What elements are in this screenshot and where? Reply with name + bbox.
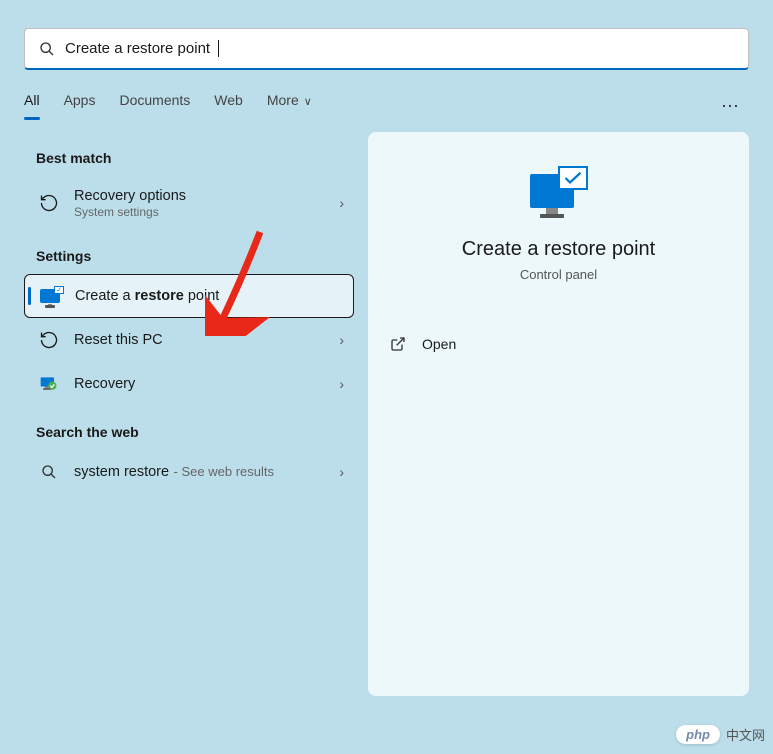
tab-web[interactable]: Web — [214, 92, 243, 120]
results-column: Best match Recovery options System setti… — [24, 132, 354, 696]
section-header-settings: Settings — [36, 248, 342, 264]
monitor-check-icon: ✓ — [39, 289, 61, 303]
text-caret — [218, 40, 219, 57]
checkmark-icon — [558, 166, 588, 190]
result-reset-pc[interactable]: Reset this PC › — [24, 318, 354, 362]
preview-title: Create a restore point — [462, 238, 655, 261]
result-text: Recovery options System settings — [74, 188, 325, 219]
result-create-restore-point[interactable]: ✓ Create a restore point — [24, 274, 354, 318]
chevron-right-icon: › — [339, 332, 344, 348]
recovery-shield-icon — [38, 374, 60, 394]
result-text: Create a restore point — [75, 288, 343, 304]
result-title: Recovery — [74, 376, 325, 392]
watermark-suffix: 中文网 — [726, 725, 765, 744]
chevron-right-icon: › — [339, 376, 344, 392]
result-title: system restore — [74, 464, 169, 480]
chevron-right-icon: › — [339, 464, 344, 480]
preview-actions: Open — [386, 330, 731, 358]
result-recovery[interactable]: Recovery › — [24, 362, 354, 406]
result-title: Recovery options — [74, 188, 325, 204]
result-recovery-options[interactable]: Recovery options System settings › — [24, 176, 354, 230]
tab-documents[interactable]: Documents — [119, 92, 190, 120]
preview-panel: Create a restore point Control panel Ope… — [368, 132, 749, 696]
result-text: system restore - See web results — [74, 463, 325, 481]
content-area: Best match Recovery options System setti… — [24, 132, 749, 696]
search-icon — [38, 464, 60, 480]
action-open[interactable]: Open — [386, 330, 731, 358]
filter-tabs: All Apps Documents Web More ∨ — [24, 92, 312, 120]
recovery-settings-icon — [38, 193, 60, 213]
filter-tabs-row: All Apps Documents Web More ∨ ⋯ — [24, 92, 749, 120]
section-header-web: Search the web — [36, 424, 342, 440]
tab-apps[interactable]: Apps — [64, 92, 96, 120]
watermark-brand: php — [676, 725, 720, 744]
section-header-best-match: Best match — [36, 150, 342, 166]
result-web-hint: - See web results — [174, 464, 274, 479]
result-text: Reset this PC — [74, 332, 325, 348]
tab-more[interactable]: More ∨ — [267, 92, 312, 120]
search-icon — [39, 41, 55, 57]
reset-icon — [38, 330, 60, 350]
overflow-menu-button[interactable]: ⋯ — [721, 96, 749, 117]
tab-all[interactable]: All — [24, 92, 40, 120]
watermark: php 中文网 — [676, 725, 765, 744]
search-bar[interactable]: Create a restore point — [24, 28, 749, 70]
result-web-system-restore[interactable]: system restore - See web results › — [24, 450, 354, 494]
result-subtitle: System settings — [74, 205, 325, 219]
preview-app-icon — [530, 166, 588, 220]
result-title: Reset this PC — [74, 332, 325, 348]
chevron-right-icon: › — [339, 195, 344, 211]
search-query-text: Create a restore point — [65, 40, 210, 57]
result-title: Create a restore point — [75, 288, 343, 304]
chevron-down-icon: ∨ — [301, 96, 312, 108]
action-label: Open — [422, 336, 456, 352]
open-external-icon — [390, 336, 406, 352]
result-text: Recovery — [74, 376, 325, 392]
preview-subtitle: Control panel — [520, 267, 597, 282]
